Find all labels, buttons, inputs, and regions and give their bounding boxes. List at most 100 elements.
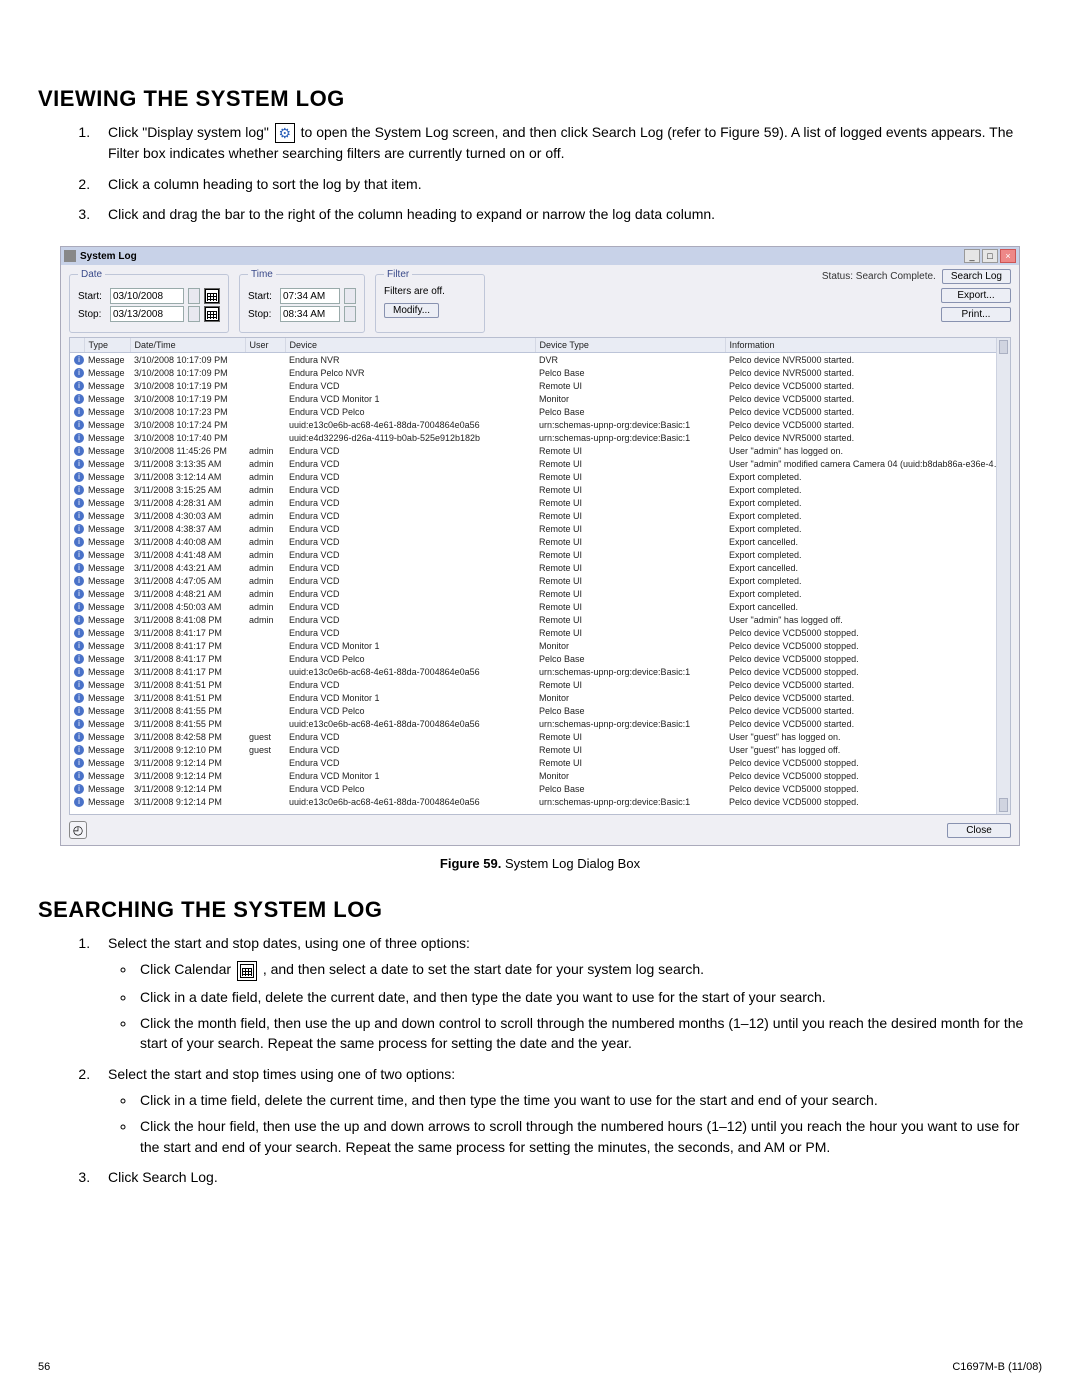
cell-device: Endura VCD [285,743,535,756]
viewing-steps-list: Click "Display system log" ⚙ to open the… [94,122,1042,224]
date-stop-input[interactable] [110,306,184,322]
cell-device: Endura VCD [285,457,535,470]
cell-info: Pelco device NVR5000 started. [725,366,1010,379]
modify-button[interactable]: Modify... [384,303,439,318]
cell-datetime: 3/11/2008 3:15:25 AM [130,483,245,496]
cell-info: User "guest" has logged on. [725,730,1010,743]
date-start-calendar-button[interactable] [204,288,220,304]
close-button[interactable]: Close [947,823,1011,838]
cell-user: admin [245,509,285,522]
cell-info: Export completed. [725,470,1010,483]
time-stop-spinner[interactable] [344,306,356,322]
cell-device: Endura NVR [285,353,535,367]
cell-user [245,379,285,392]
table-row[interactable]: iMessage3/11/2008 3:13:35 AMadminEndura … [70,457,1010,470]
vertical-scrollbar[interactable] [996,338,1010,814]
col-header-info[interactable]: Information [725,338,1010,353]
time-start-spinner[interactable] [344,288,356,304]
col-header-icon[interactable] [70,338,84,353]
table-row[interactable]: iMessage3/10/2008 10:17:24 PMuuid:e13c0e… [70,418,1010,431]
cell-user: admin [245,574,285,587]
date-start-input[interactable] [110,288,184,304]
table-row[interactable]: iMessage3/11/2008 8:41:17 PMEndura VCD M… [70,639,1010,652]
cell-datetime: 3/11/2008 8:41:17 PM [130,652,245,665]
table-row[interactable]: iMessage3/11/2008 9:12:14 PMuuid:e13c0e6… [70,795,1010,808]
window-maximize-button[interactable]: □ [982,249,998,263]
date-stop-calendar-button[interactable] [204,306,220,322]
cell-datetime: 3/11/2008 4:48:21 AM [130,587,245,600]
log-table: Type Date/Time User Device Device Type I… [70,338,1010,808]
table-row[interactable]: iMessage3/11/2008 4:28:31 AMadminEndura … [70,496,1010,509]
col-header-datetime[interactable]: Date/Time [130,338,245,353]
date-start-spinner[interactable] [188,288,200,304]
cell-device: Endura VCD [285,678,535,691]
col-header-devtype[interactable]: Device Type [535,338,725,353]
col-header-type[interactable]: Type [84,338,130,353]
table-row[interactable]: iMessage3/11/2008 9:12:14 PMEndura VCD M… [70,769,1010,782]
table-row[interactable]: iMessage3/11/2008 9:12:14 PMEndura VCDRe… [70,756,1010,769]
table-row[interactable]: iMessage3/10/2008 10:17:40 PMuuid:e4d322… [70,431,1010,444]
search-log-button[interactable]: Search Log [942,269,1011,284]
time-start-input[interactable] [280,288,340,304]
info-icon: i [74,628,84,638]
table-row[interactable]: iMessage3/10/2008 11:45:26 PMadminEndura… [70,444,1010,457]
page-number: 56 [38,1361,50,1373]
table-row[interactable]: iMessage3/11/2008 8:41:55 PMuuid:e13c0e6… [70,717,1010,730]
date-legend: Date [78,269,105,280]
cell-devtype: Monitor [535,769,725,782]
table-row[interactable]: iMessage3/10/2008 10:17:09 PMEndura NVRD… [70,353,1010,367]
table-row[interactable]: iMessage3/11/2008 4:47:05 AMadminEndura … [70,574,1010,587]
table-row[interactable]: iMessage3/10/2008 10:17:19 PMEndura VCD … [70,392,1010,405]
table-row[interactable]: iMessage3/10/2008 10:17:19 PMEndura VCDR… [70,379,1010,392]
time-stop-input[interactable] [280,306,340,322]
export-button[interactable]: Export... [941,288,1011,303]
cell-device: Endura VCD [285,522,535,535]
table-row[interactable]: iMessage3/11/2008 8:41:17 PMEndura VCD P… [70,652,1010,665]
table-row[interactable]: iMessage3/11/2008 9:12:10 PMguestEndura … [70,743,1010,756]
dialog-title: System Log [80,251,964,262]
table-row[interactable]: iMessage3/11/2008 8:41:08 PMadminEndura … [70,613,1010,626]
cell-datetime: 3/11/2008 4:40:08 AM [130,535,245,548]
table-row[interactable]: iMessage3/11/2008 8:41:17 PMuuid:e13c0e6… [70,665,1010,678]
table-row[interactable]: iMessage3/11/2008 4:50:03 AMadminEndura … [70,600,1010,613]
cell-type: Message [84,431,130,444]
col-header-device[interactable]: Device [285,338,535,353]
table-row[interactable]: iMessage3/11/2008 8:41:55 PMEndura VCD P… [70,704,1010,717]
col-header-user[interactable]: User [245,338,285,353]
info-icon: i [74,667,84,677]
table-row[interactable]: iMessage3/11/2008 8:41:17 PMEndura VCDRe… [70,626,1010,639]
table-row[interactable]: iMessage3/11/2008 4:43:21 AMadminEndura … [70,561,1010,574]
cell-type: Message [84,769,130,782]
date-stop-spinner[interactable] [188,306,200,322]
window-minimize-button[interactable]: _ [964,249,980,263]
cell-datetime: 3/11/2008 8:41:17 PM [130,665,245,678]
table-row[interactable]: iMessage3/11/2008 4:48:21 AMadminEndura … [70,587,1010,600]
cell-info: Pelco device VCD5000 stopped. [725,626,1010,639]
cell-user [245,678,285,691]
table-row[interactable]: iMessage3/11/2008 4:40:08 AMadminEndura … [70,535,1010,548]
cell-type: Message [84,418,130,431]
table-row[interactable]: iMessage3/11/2008 4:41:48 AMadminEndura … [70,548,1010,561]
table-row[interactable]: iMessage3/11/2008 8:42:58 PMguestEndura … [70,730,1010,743]
table-row[interactable]: iMessage3/10/2008 10:17:09 PMEndura Pelc… [70,366,1010,379]
print-button[interactable]: Print... [941,307,1011,322]
table-row[interactable]: iMessage3/11/2008 3:12:14 AMadminEndura … [70,470,1010,483]
table-row[interactable]: iMessage3/11/2008 9:12:14 PMEndura VCD P… [70,782,1010,795]
time-legend: Time [248,269,276,280]
table-row[interactable]: iMessage3/11/2008 8:41:51 PMEndura VCD M… [70,691,1010,704]
cell-devtype: Monitor [535,691,725,704]
window-close-button[interactable]: × [1000,249,1016,263]
cell-info: Export completed. [725,496,1010,509]
table-row[interactable]: iMessage3/11/2008 4:38:37 AMadminEndura … [70,522,1010,535]
cell-user: guest [245,730,285,743]
info-icon: i [74,563,84,573]
clock-icon[interactable]: ◴ [69,821,87,839]
cell-device: uuid:e13c0e6b-ac68-4e61-88da-7004864e0a5… [285,418,535,431]
table-row[interactable]: iMessage3/11/2008 3:15:25 AMadminEndura … [70,483,1010,496]
table-row[interactable]: iMessage3/11/2008 8:41:51 PMEndura VCDRe… [70,678,1010,691]
cell-datetime: 3/11/2008 8:41:55 PM [130,717,245,730]
cell-datetime: 3/10/2008 10:17:19 PM [130,392,245,405]
table-row[interactable]: iMessage3/11/2008 4:30:03 AMadminEndura … [70,509,1010,522]
info-icon: i [74,602,84,612]
table-row[interactable]: iMessage3/10/2008 10:17:23 PMEndura VCD … [70,405,1010,418]
